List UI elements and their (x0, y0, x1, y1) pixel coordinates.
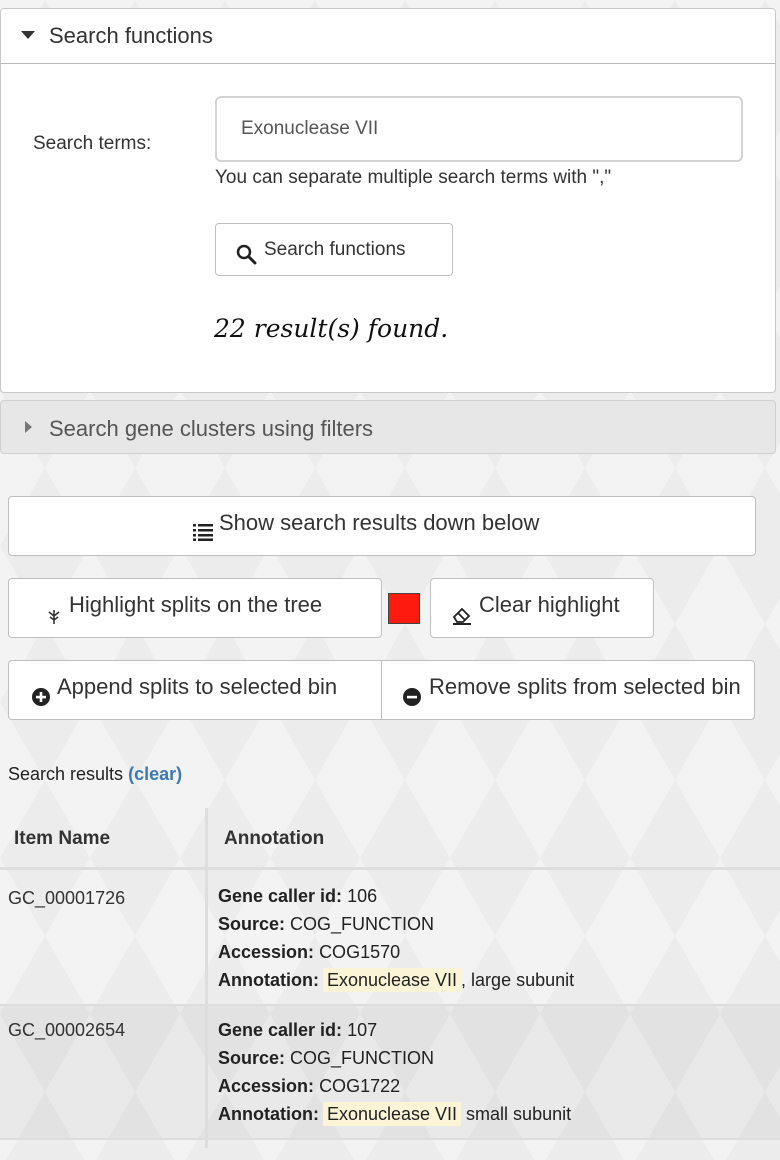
highlight-splits-label: Highlight splits on the tree (69, 592, 323, 617)
search-functions-button[interactable]: Search functions (215, 223, 453, 276)
gene-clusters-filter-title: Search gene clusters using filters (49, 416, 374, 441)
row-divider (0, 1138, 780, 1140)
column-header-item-name[interactable]: Item Name (14, 828, 110, 850)
highlight-splits-button[interactable]: Highlight splits on the tree (8, 578, 382, 638)
column-divider (205, 808, 208, 1148)
annotation-label: Annotation: (218, 1104, 319, 1124)
search-results-heading: Search results (clear) (8, 764, 182, 785)
highlight-color-swatch[interactable] (388, 593, 420, 624)
gene-clusters-filter-panel[interactable]: Search gene clusters using filters (0, 400, 776, 454)
search-terms-label: Search terms: (33, 133, 152, 154)
caret-down-icon (21, 31, 35, 39)
search-functions-panel: Search functions Search terms: You can s… (0, 8, 776, 393)
results-found-text: 22 result(s) found. (214, 314, 449, 343)
results-table: Item Name Annotation GC_00001726 Gene ca… (0, 808, 780, 1160)
append-splits-button[interactable]: Append splits to selected bin (8, 660, 382, 720)
row-item-name: GC_00002654 (8, 1020, 126, 1040)
source-value: COG_FUNCTION (290, 1048, 435, 1068)
annotation-rest: , large subunit (461, 970, 575, 990)
clear-highlight-button[interactable]: Clear highlight (430, 578, 654, 638)
row-annotation: Gene caller id: 107 Source: COG_FUNCTION… (218, 1016, 571, 1128)
annotation-label: Annotation: (218, 970, 319, 990)
column-header-annotation[interactable]: Annotation (224, 828, 324, 850)
annotation-match-highlight: Exonuclease VII (322, 1102, 462, 1126)
source-label: Source: (218, 914, 286, 934)
clear-highlight-label: Clear highlight (479, 592, 620, 617)
row-annotation: Gene caller id: 106 Source: COG_FUNCTION… (218, 882, 574, 994)
gene-caller-id-value: 107 (347, 1020, 378, 1040)
source-value: COG_FUNCTION (290, 914, 435, 934)
accession-label: Accession: (218, 1076, 315, 1096)
source-label: Source: (218, 1048, 286, 1068)
tree-icon (48, 610, 60, 624)
minus-circle-icon (403, 688, 421, 706)
gene-caller-id-value: 106 (347, 886, 378, 906)
gene-caller-id-label: Gene caller id: (218, 886, 343, 906)
append-splits-label: Append splits to selected bin (57, 674, 338, 699)
search-results-title: Search results (8, 764, 124, 784)
clear-results-link[interactable]: (clear) (128, 764, 182, 784)
plus-circle-icon (32, 688, 50, 706)
remove-splits-button[interactable]: Remove splits from selected bin (381, 660, 755, 720)
search-functions-title: Search functions (49, 23, 213, 48)
annotation-rest: small subunit (461, 1104, 572, 1124)
search-icon (236, 244, 257, 265)
caret-right-icon (25, 421, 32, 433)
eraser-icon (452, 607, 471, 625)
list-icon (193, 524, 213, 541)
search-terms-hint: You can separate multiple search terms w… (215, 167, 612, 188)
annotation-match-highlight: Exonuclease VII (322, 968, 462, 992)
accession-label: Accession: (218, 942, 315, 962)
search-functions-panel-header[interactable]: Search functions (1, 9, 775, 64)
remove-splits-label: Remove splits from selected bin (429, 674, 741, 699)
show-search-results-button[interactable]: Show search results down below (8, 496, 756, 556)
show-search-results-label: Show search results down below (219, 510, 540, 535)
table-row[interactable]: GC_00002654 Gene caller id: 107 Source: … (0, 1006, 780, 1138)
accession-value: COG1722 (319, 1076, 401, 1096)
gene-caller-id-label: Gene caller id: (218, 1020, 343, 1040)
search-functions-button-label: Search functions (264, 239, 406, 260)
row-item-name: GC_00001726 (8, 888, 126, 908)
table-row[interactable]: GC_00001726 Gene caller id: 106 Source: … (0, 870, 780, 1004)
search-terms-input[interactable] (215, 96, 743, 162)
accession-value: COG1570 (319, 942, 401, 962)
